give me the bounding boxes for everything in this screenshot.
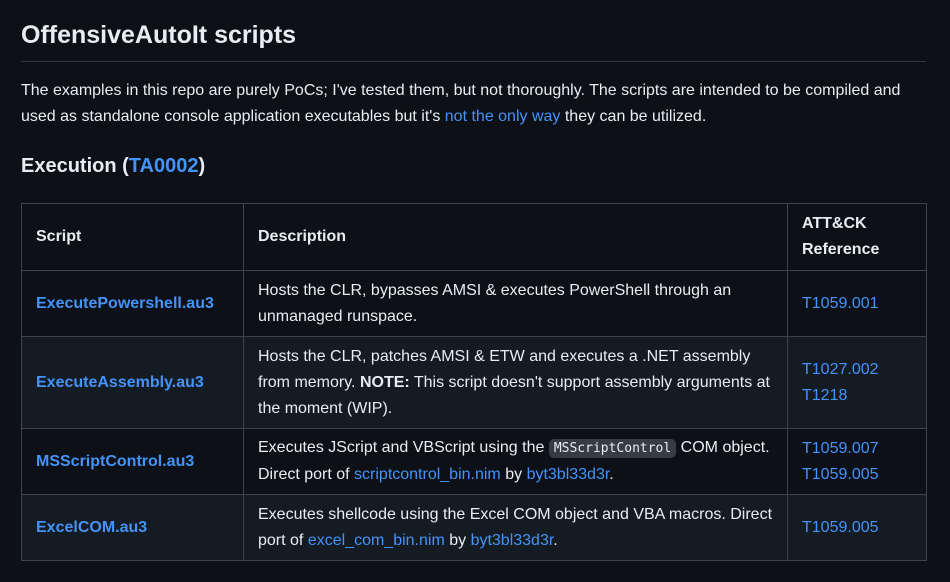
technique-link[interactable]: T1218: [802, 383, 913, 409]
author-link[interactable]: byt3bl33d3r: [527, 466, 610, 483]
table-row: ExecuteAssembly.au3 Hosts the CLR, patch…: [21, 336, 927, 429]
header-attack-reference: ATT&CK Reference: [787, 203, 927, 271]
section-title-prefix: Execution (: [21, 155, 129, 177]
script-cell: ExecutePowershell.au3: [21, 270, 244, 337]
script-link[interactable]: ExecutePowershell.au3: [36, 295, 214, 312]
script-link[interactable]: ExecuteAssembly.au3: [36, 374, 204, 391]
script-cell: MSScriptControl.au3: [21, 428, 244, 495]
technique-link[interactable]: T1027.002: [802, 357, 913, 383]
readme-content: OffensiveAutoIt scripts The examples in …: [21, 0, 927, 561]
source-link[interactable]: excel_com_bin.nim: [308, 532, 445, 549]
description-text: by: [444, 531, 471, 549]
description-cell: Executes shellcode using the Excel COM o…: [243, 494, 788, 561]
tactic-link[interactable]: TA0002: [129, 155, 199, 177]
author-link[interactable]: byt3bl33d3r: [471, 532, 554, 549]
technique-link[interactable]: T1059.007: [802, 436, 913, 462]
table-row: ExcelCOM.au3 Executes shellcode using th…: [21, 494, 927, 561]
table-row: MSScriptControl.au3 Executes JScript and…: [21, 428, 927, 495]
inline-code: MSScriptControl: [548, 439, 677, 458]
technique-link[interactable]: T1059.005: [802, 462, 913, 488]
reference-cell: T1059.001: [787, 270, 927, 337]
header-script: Script: [21, 203, 244, 271]
description-cell: Executes JScript and VBScript using the …: [243, 428, 788, 495]
script-link[interactable]: ExcelCOM.au3: [36, 519, 147, 536]
description-text: .: [609, 466, 614, 483]
script-cell: ExecuteAssembly.au3: [21, 336, 244, 429]
description-cell: Hosts the CLR, bypasses AMSI & executes …: [243, 270, 788, 337]
description-text: .: [553, 531, 558, 549]
table-header-row: Script Description ATT&CK Reference: [21, 203, 927, 271]
scripts-table: Script Description ATT&CK Reference Exec…: [21, 203, 927, 561]
not-the-only-way-link[interactable]: not the only way: [445, 108, 561, 125]
description-text: Executes JScript and VBScript using the: [258, 439, 549, 456]
description-text: by: [500, 466, 527, 483]
reference-cell: T1059.007 T1059.005: [787, 428, 927, 495]
section-heading-execution: Execution (TA0002): [21, 152, 926, 180]
section-title-suffix: ): [198, 155, 206, 177]
script-link[interactable]: MSScriptControl.au3: [36, 453, 194, 470]
technique-link[interactable]: T1059.005: [802, 515, 913, 541]
reference-cell: T1059.005: [787, 494, 927, 561]
reference-cell: T1027.002 T1218: [787, 336, 927, 429]
description-cell: Hosts the CLR, patches AMSI & ETW and ex…: [243, 336, 788, 429]
script-cell: ExcelCOM.au3: [21, 494, 244, 561]
page-title: OffensiveAutoIt scripts: [21, 0, 926, 62]
intro-text-end: they can be utilized.: [560, 108, 707, 125]
technique-link[interactable]: T1059.001: [802, 291, 913, 317]
intro-paragraph: The examples in this repo are purely PoC…: [21, 78, 926, 130]
table-row: ExecutePowershell.au3 Hosts the CLR, byp…: [21, 270, 927, 337]
source-link[interactable]: scriptcontrol_bin.nim: [354, 466, 501, 483]
note-label: NOTE:: [359, 373, 410, 391]
header-description: Description: [243, 203, 788, 271]
